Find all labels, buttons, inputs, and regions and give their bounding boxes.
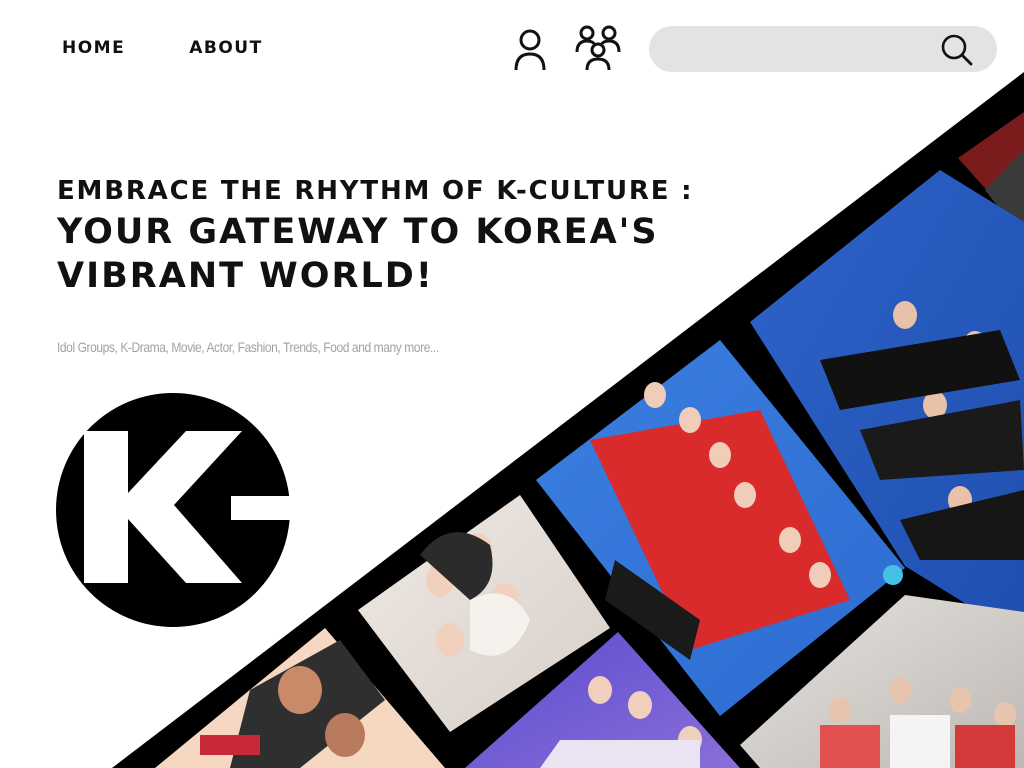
k-culture-logo [56,393,291,632]
search-icon[interactable] [940,33,974,71]
user-icon[interactable] [510,28,550,72]
main-nav: HOME ABOUT [62,38,263,58]
headline-line-1: EMBRACE THE RHYTHM OF K-CULTURE : [57,176,694,206]
headline-line-2: YOUR GATEWAY TO KOREA'S VIBRANT WORLD! [57,212,659,296]
nav-home-link[interactable]: HOME [62,38,125,58]
hero-tagline: Idol Groups, K-Drama, Movie, Actor, Fash… [57,339,439,355]
photo-collage [0,0,1024,768]
search-input[interactable] [669,34,943,66]
group-icon[interactable] [574,24,622,72]
hero-heading: EMBRACE THE RHYTHM OF K-CULTURE : YOUR G… [57,174,757,298]
search-bar [649,26,997,72]
nav-about-link[interactable]: ABOUT [189,38,262,58]
